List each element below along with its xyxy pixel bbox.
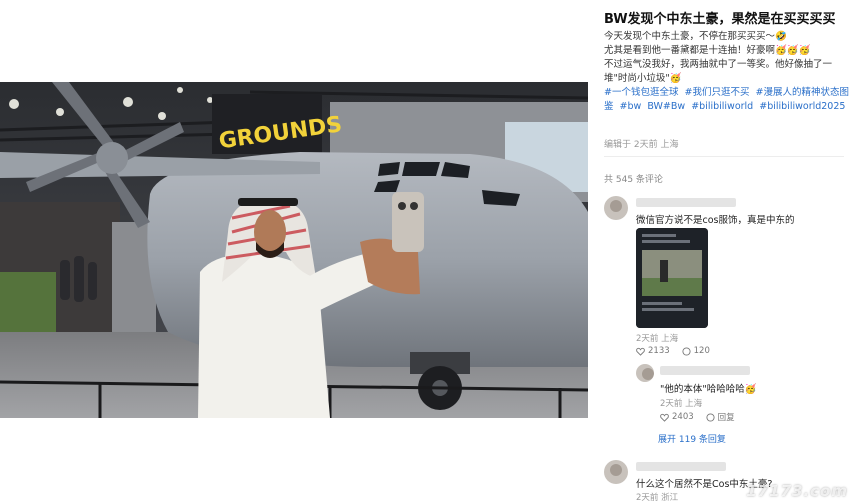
like-count: 2133 — [648, 346, 670, 356]
reply-label: 回复 — [717, 413, 735, 423]
avatar[interactable] — [604, 196, 628, 220]
divider — [604, 156, 844, 157]
username-redacted[interactable] — [660, 366, 750, 375]
comment-meta: 2天前 浙江 — [636, 493, 679, 503]
comment-meta: 2天前 上海 — [660, 399, 703, 409]
comment-actions: 2133 120 — [636, 346, 710, 356]
tag-link[interactable]: #bw — [620, 101, 642, 112]
post-tags: #一个钱包逛全球 #我们只逛不买 #漫展人的精神状态图鉴 #bw BW#Bw #… — [604, 86, 852, 114]
reply-button[interactable]: 120 — [682, 346, 710, 356]
avatar[interactable] — [604, 460, 628, 484]
comment-actions: 2403 回复 — [660, 411, 735, 423]
comment-text: "他的本体"哈哈哈哈🥳 — [660, 384, 757, 395]
comment-icon — [682, 346, 691, 356]
post-body-line: 不过运气没我好，我两抽就中了一等奖。他好像抽了一 — [604, 59, 833, 70]
post-meta: 编辑于 2天前 上海 — [604, 140, 679, 150]
post-photo[interactable]: GROUNDS — [0, 82, 588, 418]
tag-link[interactable]: #bilibiliworld — [691, 101, 753, 112]
comment-icon — [706, 412, 715, 422]
comment-image[interactable] — [636, 228, 708, 328]
tag-link[interactable]: #一个钱包逛全球 — [604, 87, 678, 98]
post-body-line: 今天发现个中东土豪，不停在那买买买～🤣 — [604, 31, 787, 42]
tag-link[interactable]: BW#Bw — [647, 101, 685, 112]
post-detail-panel: BW发现个中东土豪，果然是在买买买买 今天发现个中东土豪，不停在那买买买～🤣 尤… — [596, 0, 854, 503]
username-redacted[interactable] — [636, 198, 736, 207]
photo-scene: GROUNDS — [0, 82, 588, 418]
avatar[interactable] — [636, 364, 654, 382]
like-button[interactable]: 2403 — [660, 411, 694, 423]
like-count: 2403 — [672, 412, 694, 422]
comment-image-thumb — [636, 228, 708, 328]
heart-icon — [660, 413, 669, 422]
comments-count: 共 545 条评论 — [604, 175, 663, 185]
like-button[interactable]: 2133 — [636, 346, 670, 356]
heart-icon — [636, 347, 645, 356]
comment-meta: 2天前 上海 — [636, 334, 679, 344]
comment-text: 微信官方说不是cos服饰，真是中东的 — [636, 215, 795, 226]
tag-link[interactable]: #bilibiliworld2025 — [759, 101, 845, 112]
post-title: BW发现个中东土豪，果然是在买买买买 — [604, 12, 836, 27]
post-body-line: 堆"时尚小垃圾"🥳 — [604, 73, 682, 84]
expand-replies-link[interactable]: 展开 119 条回复 — [658, 432, 726, 445]
reply-count: 120 — [693, 346, 710, 356]
username-redacted[interactable] — [636, 462, 726, 471]
post-body: 今天发现个中东土豪，不停在那买买买～🤣 尤其是看到他一番黛都是十连抽！好豪啊🥳🥳… — [604, 30, 850, 86]
tag-link[interactable]: #我们只逛不买 — [685, 87, 750, 98]
post-body-line: 尤其是看到他一番黛都是十连抽！好豪啊🥳🥳🥳 — [604, 45, 811, 56]
site-watermark: 17173.com — [746, 482, 848, 500]
reply-button[interactable]: 回复 — [706, 411, 735, 423]
